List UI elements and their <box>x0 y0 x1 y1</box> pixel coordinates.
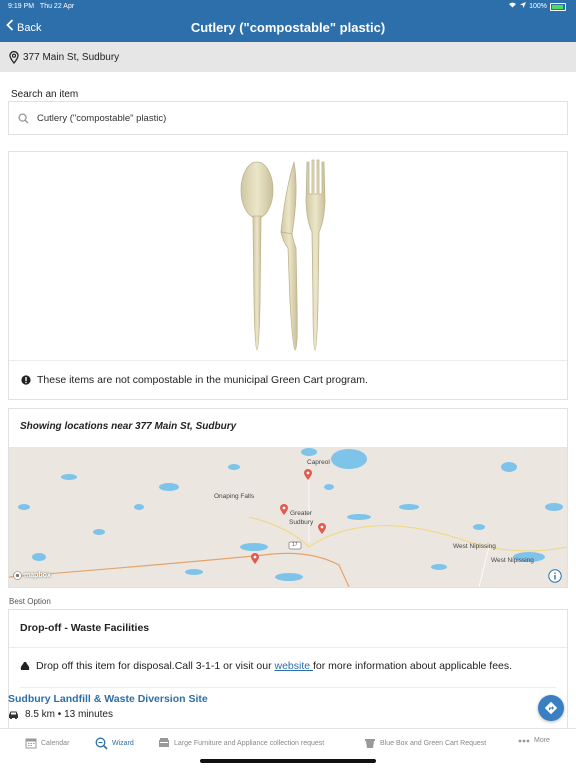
map-label-highway: 17 <box>292 542 298 548</box>
status-indicators: 100% <box>508 0 566 14</box>
compost-notice: These items are not compostable in the m… <box>9 360 567 399</box>
map-pin-capreol[interactable] <box>304 467 312 485</box>
mapbox-text: mapbox <box>24 572 51 579</box>
tab-wizard-label: Wizard <box>112 740 134 747</box>
bin-icon <box>364 737 376 749</box>
site-name-link[interactable]: Sudbury Landfill & Waste Diversion Site <box>8 693 208 705</box>
tab-wizard[interactable]: Wizard <box>95 737 134 750</box>
drop-off-text-end: for more information about applicable fe… <box>313 660 513 672</box>
search-label: Search an item <box>11 89 79 100</box>
tab-furniture-request[interactable]: Large Furniture and Appliance collection… <box>158 737 324 749</box>
site-distance: 8.5 km • 13 minutes <box>8 709 113 720</box>
navigation-bar: Back Cutlery ("compostable" plastic) <box>0 14 576 42</box>
battery-percent: 100% <box>529 3 547 10</box>
locations-card: Showing locations near 377 Main St, Sudb… <box>8 408 568 588</box>
search-input[interactable] <box>35 111 539 125</box>
wizard-search-icon <box>95 737 108 750</box>
notice-text: These items are not compostable in the m… <box>37 374 368 386</box>
map-label-greater: Greater <box>290 510 313 517</box>
website-link[interactable]: website <box>274 660 313 672</box>
furniture-icon <box>158 737 170 749</box>
tab-bin-label: Blue Box and Green Cart Request <box>380 739 487 747</box>
directions-icon <box>544 701 558 715</box>
location-pin-icon <box>9 50 19 64</box>
address-bar[interactable]: 377 Main St, Sudbury <box>0 42 576 72</box>
battery-icon <box>550 3 566 11</box>
home-indicator <box>200 759 376 763</box>
map-info-icon[interactable] <box>548 569 562 587</box>
calendar-icon <box>25 737 37 749</box>
tab-bin-request[interactable]: Blue Box and Green Cart Request <box>364 737 486 749</box>
status-time: 9:19 PM Thu 22 Apr <box>8 3 75 10</box>
drop-off-text: Drop off this item for disposal.Call 3-1… <box>36 660 275 672</box>
search-box[interactable] <box>8 101 568 135</box>
distance-text: 8.5 km • 13 minutes <box>25 709 113 720</box>
map-label-sudbury: Sudbury <box>289 519 314 526</box>
best-option-label: Best Option <box>9 597 51 606</box>
trash-bag-icon <box>20 661 30 671</box>
tab-more-label: More <box>534 737 550 744</box>
item-image <box>9 152 567 360</box>
location-arrow-icon <box>520 0 527 14</box>
map-label-onaping: Onaping Falls <box>214 493 255 500</box>
locations-header: Showing locations near 377 Main St, Sudb… <box>20 421 237 432</box>
map-label-capreol: Capreol <box>307 459 330 466</box>
address-text: 377 Main St, Sudbury <box>23 51 120 63</box>
map-label-west-nipissing-1: West Nipissing <box>453 543 496 550</box>
item-card: These items are not compostable in the m… <box>8 151 568 400</box>
alert-icon <box>21 375 31 385</box>
directions-button[interactable] <box>538 695 564 721</box>
map-canvas <box>9 447 567 587</box>
mapbox-logo: mapbox <box>13 571 51 580</box>
map-label-west-nipissing-2: West Nipissing <box>491 557 534 564</box>
page-title: Cutlery ("compostable" plastic) <box>190 20 386 35</box>
cutlery-illustration <box>240 159 326 351</box>
map-pin-sudbury-east[interactable] <box>318 521 326 539</box>
map-view[interactable]: Capreol Onaping Falls Greater Sudbury 17… <box>9 447 567 587</box>
drop-off-title: Drop-off - Waste Facilities <box>20 622 150 634</box>
tab-more[interactable]: More <box>518 737 550 744</box>
tab-calendar[interactable]: Calendar <box>25 737 69 749</box>
status-bar: 9:19 PM Thu 22 Apr 100% <box>0 0 576 14</box>
drop-off-description: Drop off this item for disposal.Call 3-1… <box>20 660 512 672</box>
map-pin-southwest[interactable] <box>251 551 259 569</box>
car-icon <box>8 710 19 719</box>
search-icon <box>18 112 29 124</box>
tab-calendar-label: Calendar <box>41 739 70 747</box>
tab-furniture-label: Large Furniture and Appliance collection… <box>174 739 325 747</box>
wifi-icon <box>508 0 517 14</box>
more-icon <box>518 739 530 743</box>
map-pin-sudbury-north[interactable] <box>280 502 288 520</box>
